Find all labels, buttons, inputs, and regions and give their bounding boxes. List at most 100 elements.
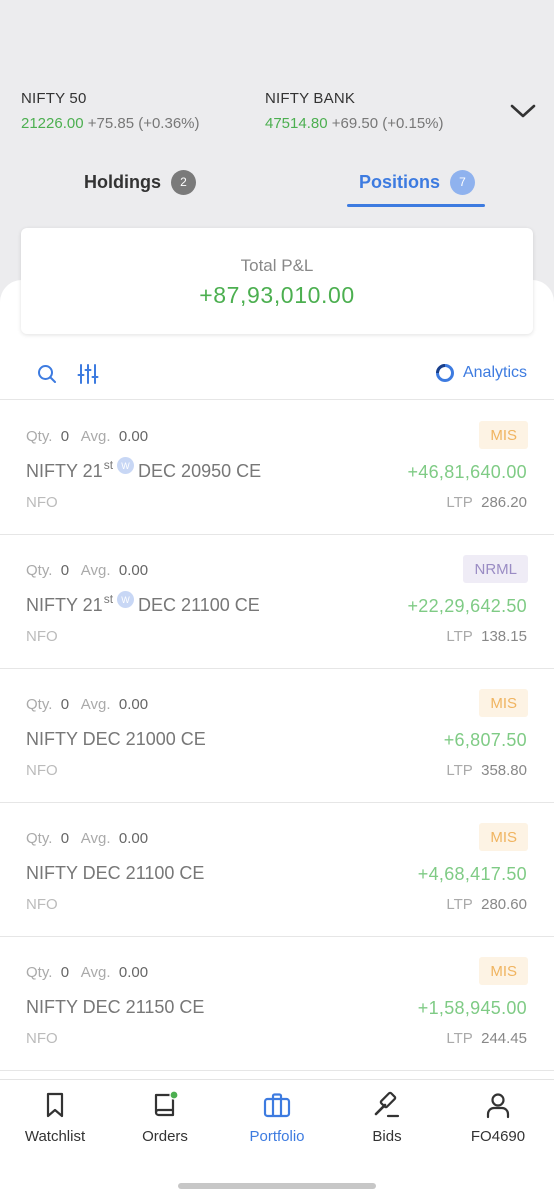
analytics-button[interactable]: Analytics: [435, 363, 527, 383]
analytics-label: Analytics: [462, 364, 527, 381]
index-values: 21226.00 +75.85 (+0.36%): [21, 115, 200, 132]
positions-list: Qty. 0 Avg. 0.00 MIS NIFTY 21st W DEC 2095…: [0, 401, 554, 1071]
instrument-suffix: DEC 21100 CE: [138, 595, 260, 615]
position-pnl: +22,29,642.50: [407, 596, 527, 616]
position-row[interactable]: Qty. 0 Avg. 0.00 MIS NIFTY 21st W DEC 2095…: [0, 401, 554, 535]
index-ticker: NIFTY 50 21226.00 +75.85 (+0.36%) NIFTY …: [0, 90, 554, 140]
nav-label: Orders: [142, 1128, 188, 1145]
nav-bids[interactable]: Bids: [332, 1090, 442, 1145]
briefcase-icon: [263, 1093, 291, 1118]
tab-label: Positions: [359, 171, 441, 192]
instrument-name: NIFTY DEC 21000 CE: [26, 729, 206, 749]
index-ltp: 47514.80: [265, 115, 328, 132]
qty-value: 0: [60, 830, 70, 847]
ltp-value: 138.15: [481, 628, 527, 645]
qty-value: 0: [60, 428, 70, 445]
position-pnl: +6,807.50: [443, 730, 527, 750]
instrument-prefix: NIFTY 21: [26, 461, 103, 481]
ltp: LTP 138.15: [446, 628, 527, 645]
position-pnl: +46,81,640.00: [407, 462, 527, 482]
qty-label: Qty.: [26, 696, 53, 713]
product-badge: MIS: [479, 823, 528, 851]
instrument-name: NIFTY DEC 21150 CE: [26, 997, 205, 1017]
qty-avg: Qty. 0 Avg. 0.00: [26, 428, 148, 445]
exchange-label: NFO: [26, 1030, 58, 1047]
position-row[interactable]: Qty. 0 Avg. 0.00 MIS NIFTY DEC 21150 CE …: [0, 937, 554, 1071]
instrument-name: NIFTY 21st W DEC 21100 CE: [26, 591, 260, 616]
instrument-sup: st: [103, 458, 114, 472]
index-nifty-bank[interactable]: NIFTY BANK 47514.80 +69.50 (+0.15%): [265, 90, 444, 132]
ltp: LTP 244.45: [446, 1030, 527, 1047]
nav-label: Watchlist: [24, 1128, 86, 1145]
ltp-value: 358.80: [481, 762, 527, 779]
avg-value: 0.00: [118, 428, 149, 445]
qty-label: Qty.: [26, 964, 53, 981]
index-name: NIFTY BANK: [265, 90, 356, 107]
qty-avg: Qty. 0 Avg. 0.00: [26, 964, 148, 981]
qty-value: 0: [60, 964, 70, 981]
active-tab-indicator: [347, 204, 485, 207]
position-row[interactable]: Qty. 0 Avg. 0.00 NRML NIFTY 21st W DEC 211…: [0, 535, 554, 669]
filter-icon[interactable]: [76, 362, 100, 386]
qty-label: Qty.: [26, 562, 53, 579]
qty-label: Qty.: [26, 428, 53, 445]
chevron-down-icon[interactable]: [508, 100, 538, 122]
avg-label: Avg.: [80, 428, 111, 445]
nav-orders[interactable]: Orders: [110, 1090, 220, 1145]
weekly-expiry-icon: W: [117, 457, 135, 474]
exchange-label: NFO: [26, 896, 58, 913]
index-values: 47514.80 +69.50 (+0.15%): [265, 115, 444, 132]
qty-avg: Qty. 0 Avg. 0.00: [26, 562, 148, 579]
ltp-label: LTP: [446, 628, 473, 645]
position-pnl: +1,58,945.00: [417, 998, 527, 1018]
index-nifty-50[interactable]: NIFTY 50 21226.00 +75.85 (+0.36%): [21, 90, 200, 132]
avg-label: Avg.: [80, 964, 111, 981]
qty-value: 0: [60, 696, 70, 713]
avg-value: 0.00: [118, 562, 149, 579]
book-icon: [154, 1090, 179, 1117]
instrument-name: NIFTY 21st W DEC 20950 CE: [26, 457, 261, 482]
count-badge: 2: [171, 169, 196, 195]
product-badge: MIS: [479, 689, 528, 717]
avg-label: Avg.: [80, 562, 111, 579]
portfolio-tabs: Holdings 2 Positions 7: [0, 158, 554, 208]
index-ltp: 21226.00: [21, 115, 84, 132]
tab-label: Holdings: [84, 171, 161, 192]
product-badge: MIS: [479, 421, 528, 449]
total-pnl-label: Total P&L: [240, 256, 314, 275]
position-row[interactable]: Qty. 0 Avg. 0.00 MIS NIFTY DEC 21000 CE …: [0, 669, 554, 803]
count-badge: 7: [450, 169, 476, 195]
analytics-icon: [435, 364, 454, 382]
position-row[interactable]: Qty. 0 Avg. 0.00 MIS NIFTY DEC 21100 CE …: [0, 803, 554, 937]
product-badge: NRML: [463, 555, 528, 583]
instrument-sup: st: [103, 592, 114, 606]
home-indicator: [178, 1183, 376, 1189]
bookmark-icon: [46, 1092, 64, 1118]
avg-value: 0.00: [118, 830, 149, 847]
qty-label: Qty.: [26, 830, 53, 847]
nav-watchlist[interactable]: Watchlist: [0, 1090, 110, 1145]
instrument-name: NIFTY DEC 21100 CE: [26, 863, 205, 883]
exchange-label: NFO: [26, 494, 58, 511]
user-icon: [486, 1093, 510, 1119]
bottom-navigation: Watchlist Orders Portfolio Bids FO4690: [0, 1079, 554, 1200]
index-change: +75.85 (+0.36%): [87, 115, 200, 132]
search-icon[interactable]: [35, 362, 59, 386]
ltp: LTP 358.80: [446, 762, 527, 779]
exchange-label: NFO: [26, 762, 58, 779]
nav-profile[interactable]: FO4690: [443, 1090, 553, 1145]
nav-portfolio[interactable]: Portfolio: [222, 1090, 332, 1145]
avg-value: 0.00: [118, 964, 149, 981]
qty-value: 0: [60, 562, 70, 579]
tab-holdings[interactable]: Holdings 2: [84, 158, 196, 206]
ltp-label: LTP: [446, 494, 473, 511]
qty-avg: Qty. 0 Avg. 0.00: [26, 830, 148, 847]
instrument-prefix: NIFTY 21: [26, 595, 103, 615]
qty-avg: Qty. 0 Avg. 0.00: [26, 696, 148, 713]
tab-positions[interactable]: Positions 7: [359, 158, 476, 206]
total-pnl-value: +87,93,010.00: [199, 282, 355, 308]
nav-label: Portfolio: [249, 1128, 305, 1145]
position-pnl: +4,68,417.50: [417, 864, 527, 884]
gavel-icon: [374, 1091, 400, 1118]
ltp-label: LTP: [446, 896, 473, 913]
